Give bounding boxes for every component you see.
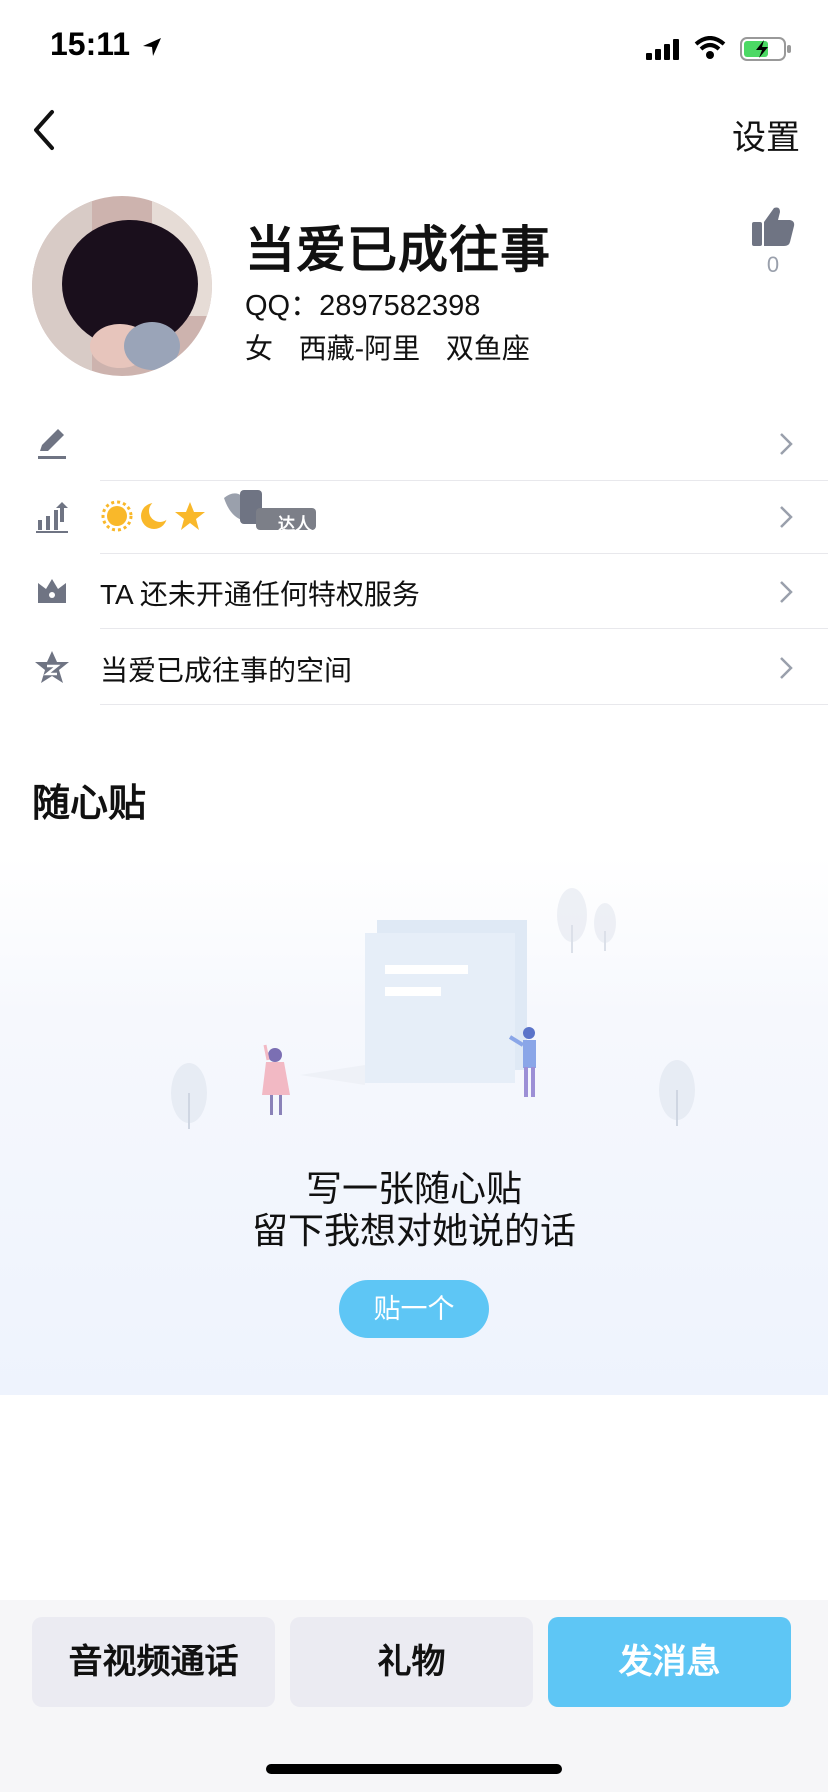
moon-icon (141, 500, 171, 529)
settings-button[interactable]: 设置 (732, 110, 800, 159)
like-count: 0 (766, 252, 780, 277)
row-divider (100, 704, 828, 705)
row-qzone[interactable]: 当爱已成往事的空间 (0, 629, 828, 705)
empty-message-line1: 写一张随心贴 (305, 1168, 522, 1209)
privilege-icon (38, 579, 66, 603)
qq-number[interactable]: QQ：2897582398 (245, 282, 480, 324)
gender: 女 (245, 333, 274, 364)
wifi-icon (694, 36, 726, 59)
empty-message: 写一张随心贴 留下我想对她说的话 (0, 1168, 828, 1252)
back-chevron-icon[interactable] (26, 108, 66, 152)
expert-badge-text: 达人 (278, 515, 312, 534)
chevron-right-icon (780, 433, 793, 455)
location-arrow-icon (142, 37, 161, 56)
avatar[interactable] (32, 196, 212, 376)
row-privilege[interactable]: TA 还未开通任何特权服务 (0, 553, 828, 629)
level-icon (36, 502, 68, 533)
person-left-icon (262, 1044, 290, 1115)
home-indicator[interactable] (266, 1764, 562, 1774)
chevron-right-icon (780, 657, 793, 679)
row-qzone-label: 当爱已成往事的空间 (100, 655, 353, 686)
send-message-button[interactable]: 发消息 (548, 1617, 791, 1707)
avatar-photo (32, 196, 212, 376)
status-time: 15:11 (50, 26, 163, 63)
star-icon (175, 502, 205, 530)
row-privilege-label: TA 还未开通任何特权服务 (100, 579, 420, 610)
zodiac: 双鱼座 (445, 333, 530, 364)
gift-button[interactable]: 礼物 (290, 1617, 533, 1707)
row-signature[interactable] (0, 405, 828, 481)
post-note-button[interactable]: 贴一个 (339, 1280, 489, 1338)
call-button[interactable]: 音视频通话 (32, 1617, 275, 1707)
nickname: 当爱已成往事 (245, 222, 551, 278)
row-level[interactable]: 达人 (0, 478, 828, 554)
chevron-right-icon (780, 506, 793, 528)
edit-icon (38, 429, 66, 459)
section-title: 随心贴 (32, 783, 147, 825)
thumbs-up-icon[interactable] (750, 204, 796, 248)
location: 西藏-阿里 (298, 333, 421, 364)
empty-illustration (171, 888, 695, 1129)
profile-info: 女 西藏-阿里 双鱼座 (245, 327, 548, 367)
sun-icon (101, 500, 133, 532)
empty-message-line2: 留下我想对她说的话 (251, 1210, 576, 1251)
chevron-right-icon (780, 581, 793, 603)
expert-badge: 达人 (220, 484, 316, 534)
signal-icon (646, 39, 679, 60)
qzone-icon (35, 651, 69, 683)
status-time-text: 15:11 (50, 26, 131, 62)
battery-icon (740, 37, 791, 61)
level-badges (101, 500, 205, 532)
